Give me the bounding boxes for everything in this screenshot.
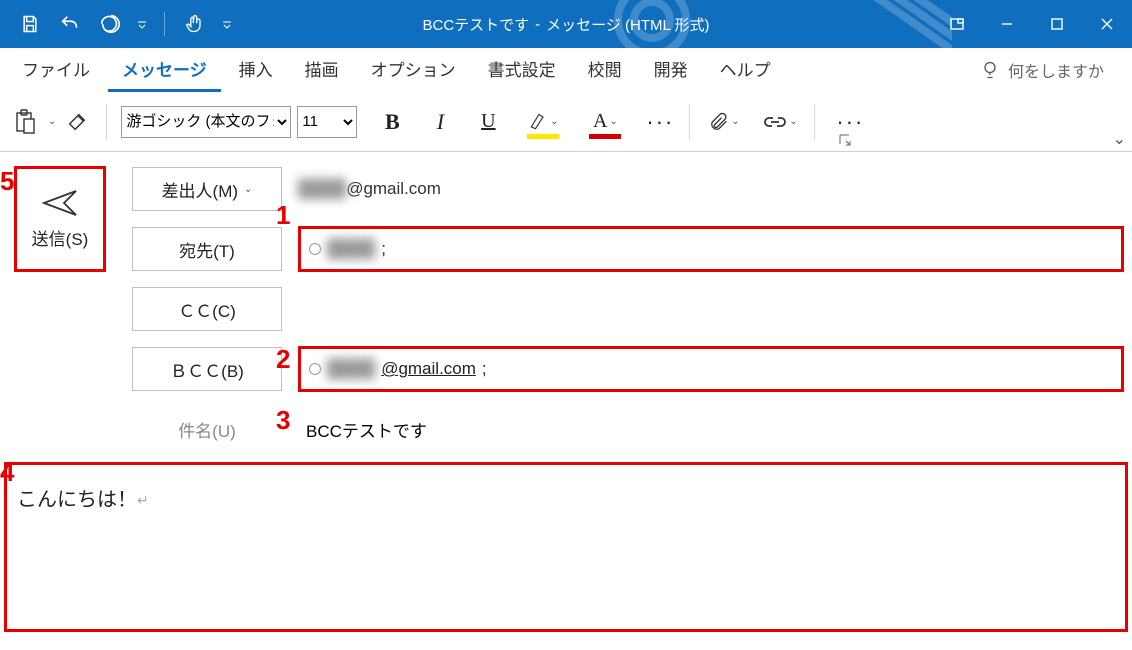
- subject-row: 件名(U): [132, 406, 1124, 452]
- chevron-down-icon: ⌄: [244, 184, 252, 195]
- separator: [106, 104, 107, 140]
- from-value: ████@gmail.com: [298, 179, 441, 199]
- tab-format[interactable]: 書式設定: [474, 48, 570, 92]
- chevron-down-icon: ⌄: [550, 116, 558, 127]
- bcc-input[interactable]: ████@gmail.com ;: [298, 346, 1124, 392]
- font-size-select[interactable]: 11: [297, 106, 357, 138]
- italic-button[interactable]: I: [425, 107, 455, 137]
- compose-area: 送信(S) 差出人(M) ⌄ ████@gmail.com 宛先(T) ████…: [0, 152, 1132, 452]
- ribbon-toolbar: ⌄ 游ゴシック (本文のフォント) 11 B I U ⌄ A ⌄ ···: [0, 92, 1132, 152]
- tab-review[interactable]: 校閲: [574, 48, 636, 92]
- maximize-button[interactable]: [1032, 0, 1082, 48]
- dialog-launcher-icon[interactable]: [838, 133, 852, 147]
- highlight-color-button[interactable]: ⌄: [521, 107, 565, 137]
- undo-button[interactable]: [52, 6, 88, 42]
- subject-label: 件名(U): [132, 417, 282, 442]
- format-painter-button[interactable]: [62, 107, 92, 137]
- title-document: BCCテストです: [423, 14, 530, 35]
- font-color-button[interactable]: A ⌄: [583, 107, 627, 137]
- bcc-row: ＢＣＣ(B) ████@gmail.com ;: [132, 346, 1124, 392]
- to-button[interactable]: 宛先(T): [132, 227, 282, 271]
- chevron-down-icon: ⌄: [731, 116, 739, 127]
- presence-icon: [309, 243, 321, 255]
- qat-customize-dropdown[interactable]: [132, 6, 152, 42]
- title-kind: メッセージ (HTML 形式): [546, 14, 709, 35]
- bcc-button[interactable]: ＢＣＣ(B): [132, 347, 282, 391]
- ribbon-tabs: ファイル メッセージ 挿入 描画 オプション 書式設定 校閲 開発 ヘルプ 何を…: [0, 48, 1132, 92]
- bcc-recipient-chip[interactable]: ████@gmail.com: [327, 359, 476, 379]
- more-formatting-button[interactable]: ···: [645, 107, 675, 137]
- cc-button[interactable]: ＣＣ(C): [132, 287, 282, 331]
- to-input[interactable]: ████;: [298, 226, 1124, 272]
- collapse-ribbon-button[interactable]: ⌄: [1113, 129, 1126, 149]
- presence-icon: [309, 363, 321, 375]
- from-row: 差出人(M) ⌄ ████@gmail.com: [132, 166, 1124, 212]
- paste-button[interactable]: [10, 107, 40, 137]
- more-commands-button[interactable]: ···: [835, 107, 865, 137]
- title-bar: BCCテストです - メッセージ (HTML 形式): [0, 0, 1132, 48]
- send-label: 送信(S): [32, 225, 89, 250]
- chevron-down-icon: ⌄: [609, 116, 617, 127]
- window-title: BCCテストです - メッセージ (HTML 形式): [423, 14, 710, 35]
- tab-developer[interactable]: 開発: [640, 48, 702, 92]
- tab-message[interactable]: メッセージ: [108, 48, 221, 92]
- save-button[interactable]: [12, 6, 48, 42]
- tab-help[interactable]: ヘルプ: [706, 48, 785, 92]
- pilcrow-icon: ↵: [137, 494, 149, 509]
- redo-button[interactable]: [92, 6, 128, 42]
- cc-input[interactable]: [298, 286, 1124, 332]
- chevron-down-icon: ⌄: [789, 116, 797, 127]
- attach-file-button[interactable]: ⌄: [704, 107, 744, 137]
- tab-draw[interactable]: 描画: [291, 48, 353, 92]
- font-name-select[interactable]: 游ゴシック (本文のフォント): [121, 106, 291, 138]
- title-separator: -: [535, 16, 540, 33]
- touch-mode-dropdown[interactable]: [217, 6, 237, 42]
- message-body[interactable]: こんにちは！↵: [4, 462, 1128, 632]
- to-row: 宛先(T) ████;: [132, 226, 1124, 272]
- tab-file[interactable]: ファイル: [8, 48, 104, 92]
- window-controls: [932, 0, 1132, 48]
- bold-button[interactable]: B: [377, 107, 407, 137]
- highlight-yellow-indicator: [527, 134, 559, 139]
- touch-mode-button[interactable]: [177, 6, 213, 42]
- separator: [689, 104, 690, 140]
- separator: [164, 12, 165, 36]
- quick-access-toolbar: [0, 6, 237, 42]
- cc-row: ＣＣ(C): [132, 286, 1124, 332]
- tab-options[interactable]: オプション: [357, 48, 470, 92]
- ribbon-display-options-button[interactable]: [932, 0, 982, 48]
- send-button[interactable]: 送信(S): [14, 166, 106, 272]
- font-red-indicator: [589, 134, 621, 139]
- body-text: こんにちは！: [17, 489, 137, 511]
- from-button[interactable]: 差出人(M) ⌄: [132, 167, 282, 211]
- tab-insert[interactable]: 挿入: [225, 48, 287, 92]
- tell-me-placeholder: 何をしますか: [1008, 58, 1104, 82]
- tell-me-search[interactable]: 何をしますか: [980, 58, 1124, 82]
- link-button[interactable]: ⌄: [760, 107, 800, 137]
- separator: [814, 104, 815, 140]
- minimize-button[interactable]: [982, 0, 1032, 48]
- subject-input[interactable]: [298, 409, 1124, 449]
- underline-button[interactable]: U: [473, 107, 503, 137]
- close-button[interactable]: [1082, 0, 1132, 48]
- paste-dropdown[interactable]: ⌄: [48, 116, 56, 127]
